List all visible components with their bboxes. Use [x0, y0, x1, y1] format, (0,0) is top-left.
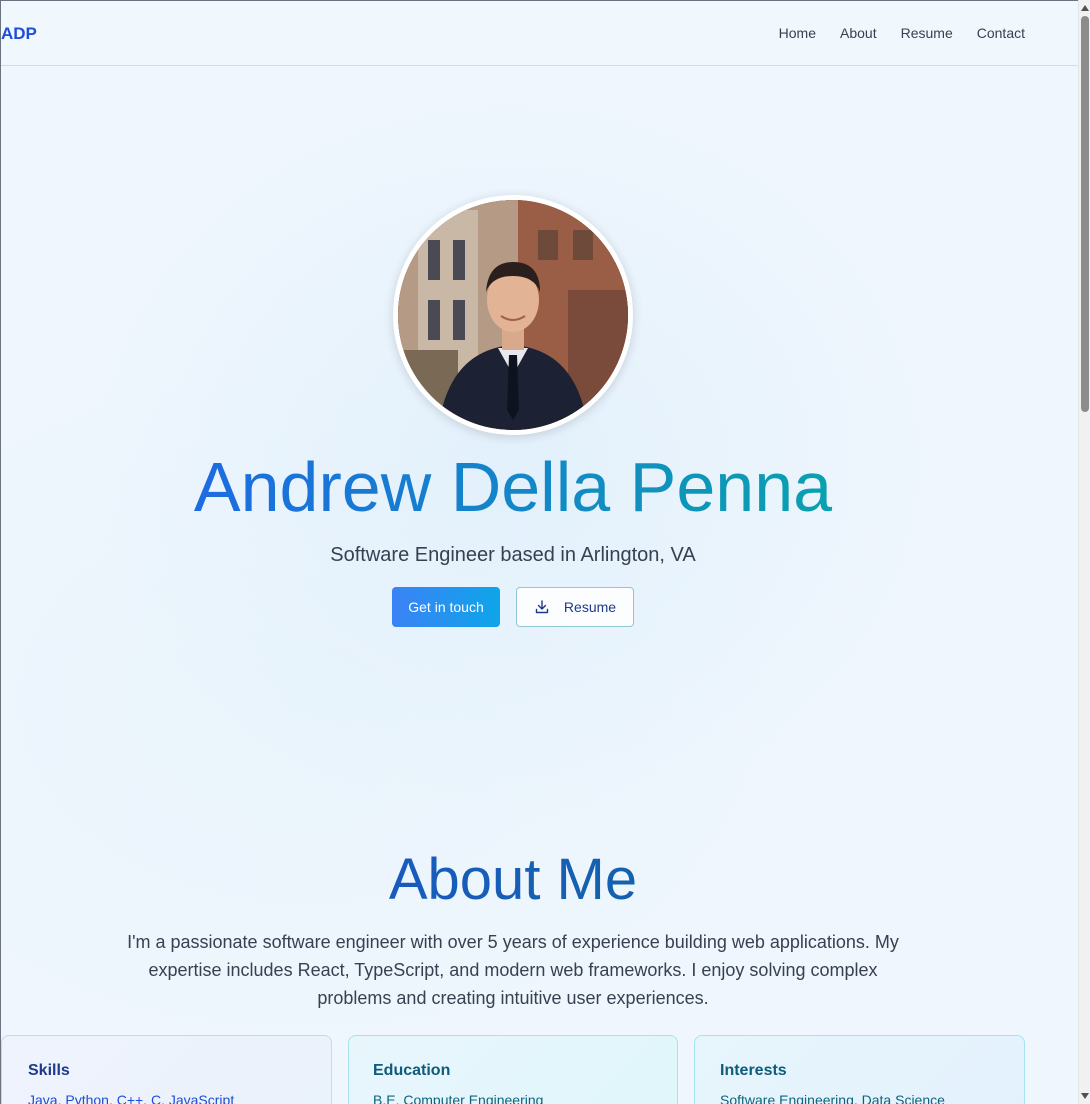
- main-nav: Home About Resume Contact: [779, 25, 1025, 41]
- nav-resume[interactable]: Resume: [901, 25, 953, 41]
- about-text: I'm a passionate software engineer with …: [127, 932, 899, 1008]
- scrollbar-thumb[interactable]: [1081, 16, 1089, 412]
- hero-name: Andrew Della Penna: [1, 447, 1025, 527]
- card-text: B.E. Computer Engineering: [373, 1092, 544, 1104]
- resume-button-label: Resume: [563, 599, 617, 615]
- page: ADP Home About Resume Contact Andrew Del…: [0, 0, 1078, 1104]
- card-text: Java, Python, C++, C, JavaScript: [28, 1092, 235, 1104]
- download-icon: [534, 599, 550, 615]
- skills-card: Skills Java, Python, C++, C, JavaScript: [1, 1035, 332, 1104]
- profile-photo: [393, 195, 633, 435]
- hero-subtitle: Software Engineer based in Arlington, VA: [330, 544, 696, 566]
- site-header: ADP Home About Resume Contact: [1, 1, 1078, 66]
- logo[interactable]: ADP: [1, 24, 37, 44]
- nav-home[interactable]: Home: [779, 25, 816, 41]
- card-title: Interests: [720, 1062, 787, 1079]
- card-text: Software Engineering, Data Science: [720, 1092, 945, 1104]
- education-card: Education B.E. Computer Engineering: [348, 1035, 678, 1104]
- scroll-up-arrow-icon[interactable]: [1081, 3, 1089, 13]
- card-title: Skills: [28, 1062, 70, 1079]
- get-in-touch-label: Get in touch: [408, 599, 484, 615]
- nav-contact[interactable]: Contact: [977, 25, 1025, 41]
- scroll-down-arrow-icon[interactable]: [1081, 1091, 1089, 1101]
- vertical-scrollbar[interactable]: [1078, 0, 1090, 1104]
- nav-about[interactable]: About: [840, 25, 877, 41]
- card-title: Education: [373, 1062, 451, 1079]
- resume-button[interactable]: Resume: [516, 587, 634, 627]
- about-title: About Me: [1, 847, 1025, 913]
- interests-card: Interests Software Engineering, Data Sci…: [694, 1035, 1025, 1104]
- get-in-touch-button[interactable]: Get in touch: [392, 587, 500, 627]
